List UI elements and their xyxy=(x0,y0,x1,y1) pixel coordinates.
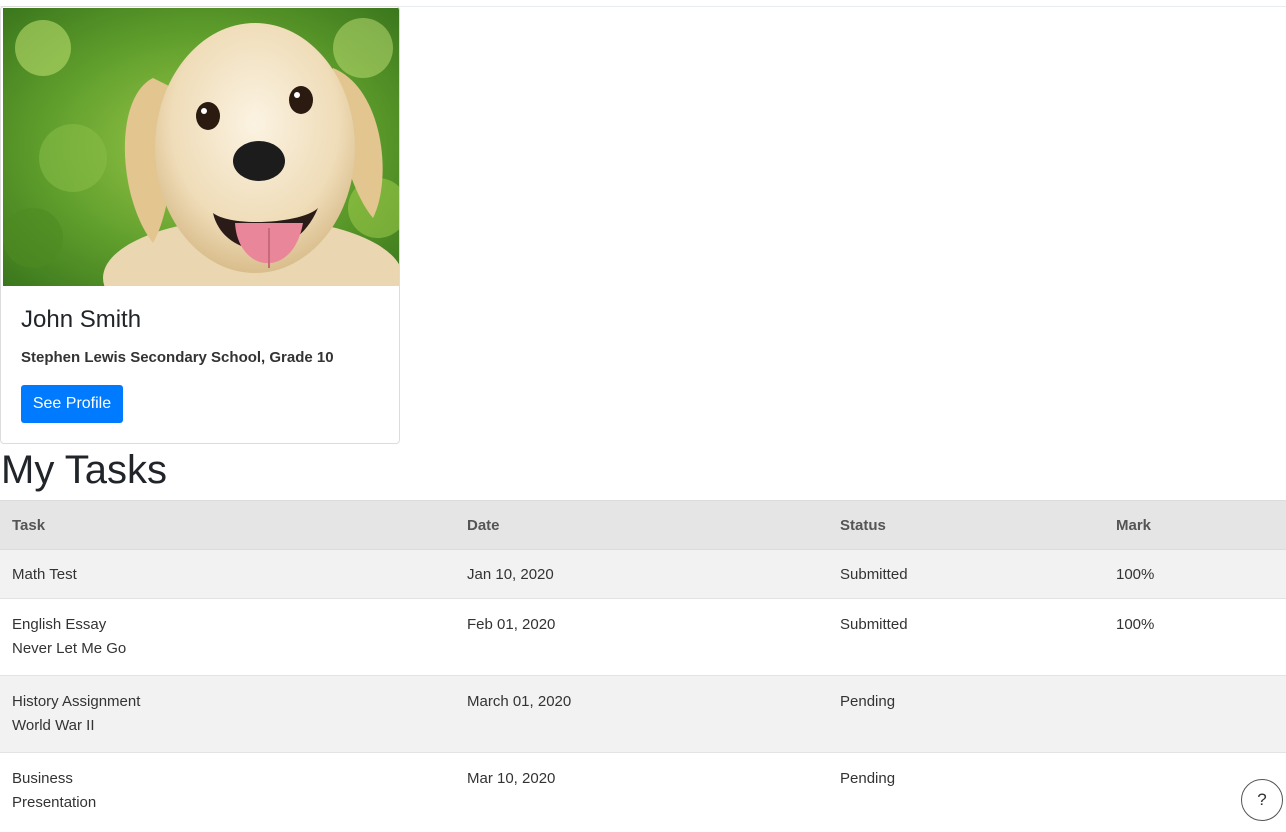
column-header-mark[interactable]: Mark xyxy=(1104,500,1286,550)
help-icon: ? xyxy=(1257,790,1267,809)
table-row[interactable]: History Assignment World War II March 01… xyxy=(0,675,1286,753)
status-cell: Pending xyxy=(828,752,1104,829)
task-name: Business xyxy=(12,770,73,787)
mark-cell xyxy=(1104,675,1286,753)
page-title: My Tasks xyxy=(1,448,167,492)
task-name: Math Test xyxy=(12,566,77,583)
help-button[interactable]: ? xyxy=(1241,779,1283,821)
profile-photo xyxy=(3,8,399,286)
status-cell: Submitted xyxy=(828,598,1104,676)
puppy-photo-image xyxy=(3,8,399,286)
task-cell: English Essay Never Let Me Go xyxy=(0,598,455,676)
task-detail: World War II xyxy=(12,717,95,734)
date-cell: Feb 01, 2020 xyxy=(455,598,828,676)
task-cell: Math Test xyxy=(0,549,455,599)
table-row[interactable]: Business Presentation Mar 10, 2020 Pendi… xyxy=(0,752,1286,829)
mark-cell: 100% xyxy=(1104,598,1286,676)
task-cell: History Assignment World War II xyxy=(0,675,455,753)
status-cell: Submitted xyxy=(828,549,1104,599)
date-cell: March 01, 2020 xyxy=(455,675,828,753)
task-detail: Never Let Me Go xyxy=(12,640,127,657)
column-header-task[interactable]: Task xyxy=(0,500,455,550)
status-cell: Pending xyxy=(828,675,1104,753)
table-row[interactable]: English Essay Never Let Me Go Feb 01, 20… xyxy=(0,598,1286,676)
table-header-row: Task Date Status Mark xyxy=(0,500,1286,550)
task-cell: Business Presentation xyxy=(0,752,455,829)
table-row[interactable]: Math Test Jan 10, 2020 Submitted 100% xyxy=(0,549,1286,599)
school-grade: Stephen Lewis Secondary School, Grade 10 xyxy=(21,349,334,366)
task-detail: Presentation xyxy=(12,794,97,811)
mark-cell: 100% xyxy=(1104,549,1286,599)
task-name: English Essay xyxy=(12,616,107,633)
tasks-table: Task Date Status Mark Math Test Jan 10, … xyxy=(0,500,1286,829)
date-cell: Jan 10, 2020 xyxy=(455,549,828,599)
column-header-status[interactable]: Status xyxy=(828,500,1104,550)
profile-card: John Smith Stephen Lewis Secondary Schoo… xyxy=(0,6,400,444)
task-name: History Assignment xyxy=(12,693,141,710)
student-name: John Smith xyxy=(21,306,142,333)
see-profile-button[interactable]: See Profile xyxy=(21,385,123,423)
column-header-date[interactable]: Date xyxy=(455,500,828,550)
date-cell: Mar 10, 2020 xyxy=(455,752,828,829)
